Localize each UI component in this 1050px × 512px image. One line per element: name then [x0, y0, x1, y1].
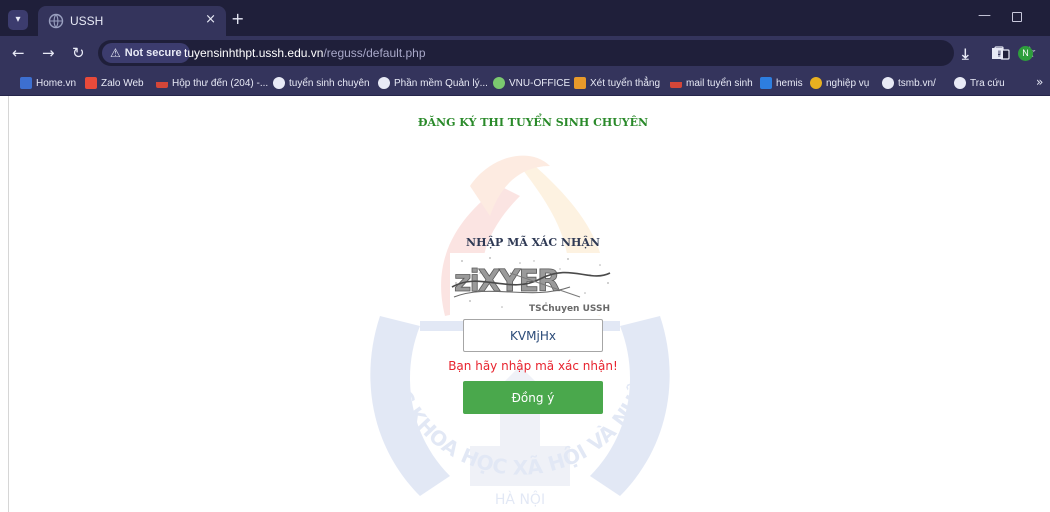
browser-toolbar: ← → ↻ ⚠ Not secure tuyensinhthpt.ussh.ed… — [0, 36, 1050, 70]
bookmark-item[interactable]: Zalo Web — [85, 74, 144, 92]
security-chip[interactable]: ⚠ Not secure — [102, 43, 190, 63]
reload-icon[interactable]: ↻ — [72, 44, 85, 62]
url-host: tuyensinhthpt.ussh.edu.vn — [184, 46, 324, 60]
globe-icon — [954, 77, 966, 89]
globe-icon — [48, 13, 64, 29]
bookmark-label: VNU-OFFICE — [509, 77, 571, 89]
bookmarks-bar: » Home.vn Zalo Web Hộp thư đến (204) -... t… — [0, 70, 1050, 96]
bookmark-label: hemis — [776, 77, 803, 89]
browser-tab[interactable]: USSH × — [38, 6, 226, 36]
avatar[interactable]: N — [1018, 46, 1033, 61]
back-icon[interactable]: ← — [12, 44, 25, 62]
bookmarks-overflow-icon[interactable]: » — [1036, 75, 1043, 89]
minimize-icon[interactable]: — — [978, 8, 991, 23]
side-panel-icon[interactable] — [992, 48, 1003, 59]
watermark-city: HÀ NỘI — [495, 490, 545, 508]
gmail-icon — [156, 79, 168, 88]
bookmark-label: Hộp thư đến (204) -... — [172, 77, 269, 89]
url-text[interactable]: tuyensinhthpt.ussh.edu.vn/reguss/default… — [184, 46, 426, 60]
page-content: ĐẠI HỌC KHOA HỌC XÃ HỘI VÀ NHÂN VĂN HÀ N… — [0, 96, 1050, 512]
bookmark-item[interactable]: nghiệp vụ — [810, 74, 869, 92]
folder-icon — [574, 77, 586, 89]
bookmark-item[interactable]: VNU-OFFICE — [493, 74, 570, 92]
maximize-icon[interactable] — [1012, 12, 1022, 22]
bookmark-item[interactable]: tuyển sinh chuyên — [273, 74, 370, 92]
captcha-caption: TSChuyen USSH — [529, 304, 610, 314]
tab-menu-icon[interactable]: ▾ — [8, 10, 28, 30]
bookmark-item[interactable]: tsmb.vn/ — [882, 74, 936, 92]
new-tab-icon[interactable]: + — [231, 9, 244, 28]
forward-icon[interactable]: → — [42, 44, 55, 62]
zalo-icon — [85, 77, 97, 89]
bookmark-label: nghiệp vụ — [826, 77, 870, 89]
captcha-heading: NHẬP MÃ XÁC NHẬN — [466, 236, 600, 249]
page-border — [8, 96, 9, 512]
bookmark-label: mail tuyển sinh — [686, 77, 753, 89]
bookmark-label: Zalo Web — [101, 77, 144, 89]
error-message: Bạn hãy nhập mã xác nhận! — [448, 359, 618, 373]
bookmark-item[interactable]: Phần mềm Quản lý... — [378, 74, 488, 92]
bookmark-label: Xét tuyển thẳng — [590, 77, 661, 89]
bookmark-item[interactable]: Home.vn — [20, 74, 76, 92]
bookmark-item[interactable]: Xét tuyển thẳng — [574, 74, 660, 92]
emblem-icon — [810, 77, 822, 89]
hemis-icon — [760, 77, 772, 89]
globe-icon — [378, 77, 390, 89]
bookmark-item[interactable]: Tra cứu — [954, 74, 1005, 92]
bookmark-label: tsmb.vn/ — [898, 77, 936, 89]
warning-icon: ⚠ — [110, 46, 121, 60]
bookmark-label: Home.vn — [36, 77, 77, 89]
gmail-icon — [670, 79, 682, 88]
close-icon[interactable]: × — [205, 12, 216, 27]
captcha-image: ziXYER TSChuyen USSH — [450, 253, 616, 315]
bookmark-item[interactable]: Hộp thư đến (204) -... — [156, 74, 268, 92]
home-vn-icon — [20, 77, 32, 89]
submit-button[interactable]: Đồng ý — [463, 381, 603, 414]
url-path: /reguss/default.php — [323, 46, 426, 60]
tab-title: USSH — [70, 14, 104, 28]
bookmark-item[interactable]: hemis — [760, 74, 803, 92]
tab-strip: ▾ USSH × + — — [0, 0, 1050, 36]
security-label: Not secure — [124, 47, 182, 59]
bookmark-label: Phần mềm Quản lý... — [394, 77, 488, 89]
page-title: ĐĂNG KÝ THI TUYỂN SINH CHUYÊN — [417, 116, 649, 129]
bookmark-label: Tra cứu — [970, 77, 1005, 89]
office-icon — [493, 77, 505, 89]
captcha-input[interactable] — [463, 319, 603, 352]
globe-icon — [882, 77, 894, 89]
globe-icon — [273, 77, 285, 89]
bookmark-item[interactable]: mail tuyển sinh — [670, 74, 753, 92]
address-bar[interactable]: ⚠ Not secure tuyensinhthpt.ussh.edu.vn/r… — [98, 40, 1036, 66]
download-icon[interactable]: ⤓ — [962, 45, 969, 63]
bookmark-label: tuyển sinh chuyên — [289, 77, 370, 89]
